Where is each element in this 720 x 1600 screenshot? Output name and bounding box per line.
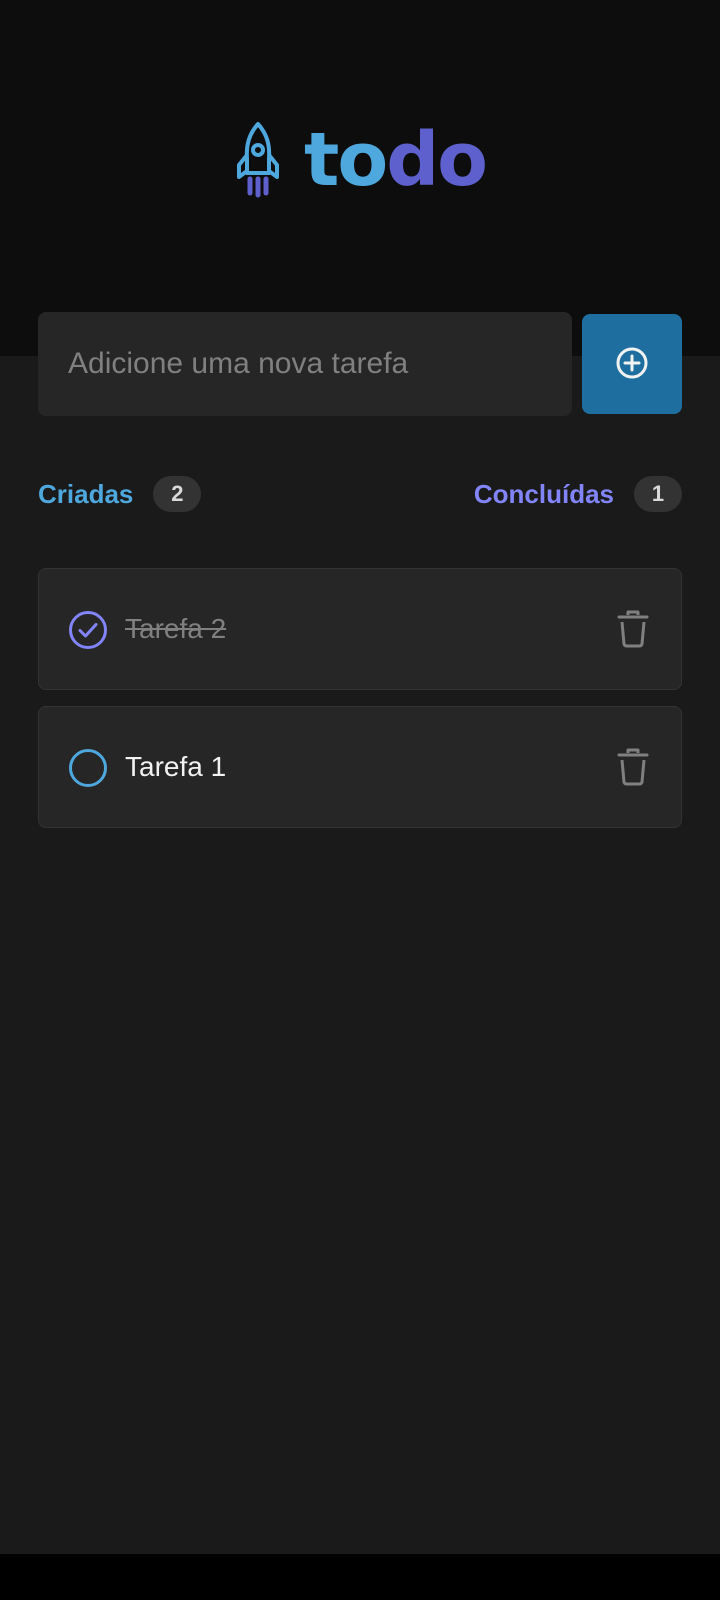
- trash-icon[interactable]: [609, 743, 657, 791]
- add-task-button[interactable]: [582, 314, 682, 414]
- done-counter-label: Concluídas: [473, 478, 614, 509]
- empty-circle-icon[interactable]: [67, 747, 109, 789]
- app-header: todo: [0, 0, 720, 356]
- rocket-icon: [234, 121, 282, 199]
- task-list: Tarefa 2 Tarefa 1: [38, 568, 682, 844]
- task-counters: Criadas 2 Concluídas 1: [38, 474, 682, 514]
- system-navigation-bar: [0, 1554, 720, 1600]
- task-label: Tarefa 1: [125, 751, 227, 782]
- task-label: Tarefa 2: [125, 613, 227, 644]
- done-counter-badge: 1: [634, 476, 682, 512]
- created-counter: Criadas 2: [38, 476, 202, 512]
- task-item: Tarefa 2: [38, 568, 682, 690]
- logo-wordmark: todo: [304, 123, 488, 197]
- new-task-form: [38, 312, 682, 416]
- logo-text-part2: do: [386, 117, 488, 203]
- new-task-input[interactable]: [38, 312, 572, 416]
- created-counter-label: Criadas: [38, 478, 134, 509]
- trash-icon[interactable]: [609, 605, 657, 653]
- created-counter-badge: 2: [153, 476, 202, 512]
- plus-circle-icon: [615, 346, 649, 383]
- task-item: Tarefa 1: [38, 706, 682, 828]
- check-circle-icon[interactable]: [67, 609, 109, 651]
- done-counter: Concluídas 1: [474, 476, 682, 512]
- todo-app-screen: todo Criadas 2 Concluídas 1: [0, 0, 720, 1600]
- logo-text-part1: to: [303, 117, 388, 203]
- app-logo: todo: [0, 116, 720, 204]
